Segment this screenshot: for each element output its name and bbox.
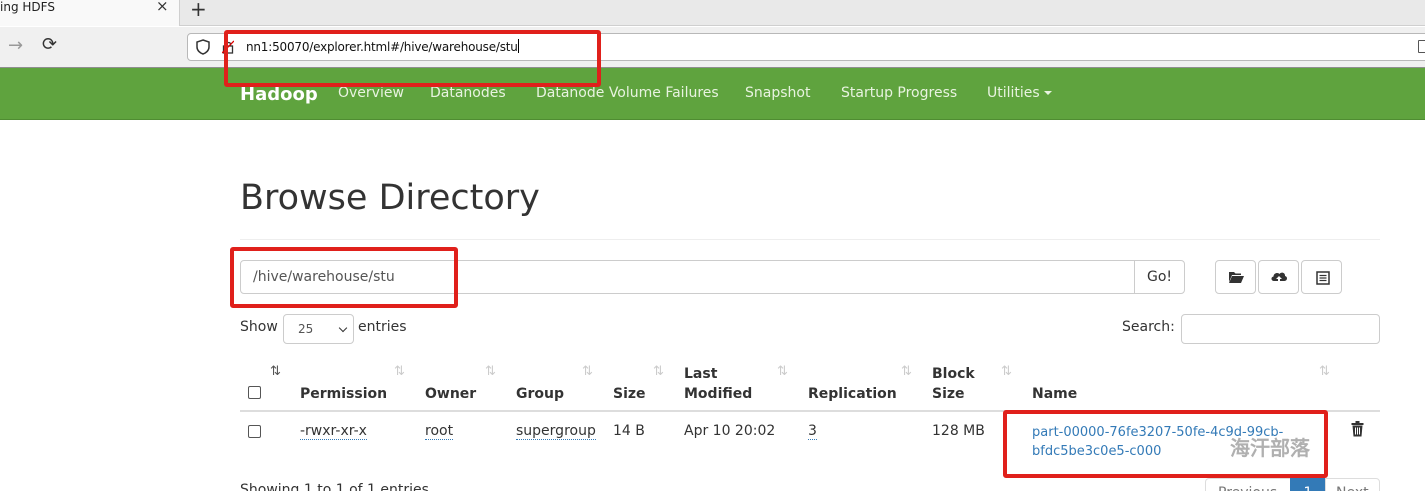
nav-startup-progress[interactable]: Startup Progress bbox=[841, 85, 957, 101]
upload-button[interactable] bbox=[1258, 260, 1299, 294]
annotation-box-directory bbox=[230, 247, 458, 308]
search-label: Search: bbox=[1122, 319, 1175, 335]
cell-group[interactable]: supergroup bbox=[516, 423, 596, 440]
create-directory-button[interactable] bbox=[1215, 260, 1256, 294]
go-button[interactable]: Go! bbox=[1134, 260, 1185, 294]
hadoop-navbar: Hadoop Overview Datanodes Datanode Volum… bbox=[0, 68, 1425, 120]
close-tab-icon[interactable]: × bbox=[156, 0, 169, 14]
sort-icon[interactable]: ⇅ bbox=[485, 364, 496, 379]
sort-icon[interactable]: ⇅ bbox=[1319, 364, 1330, 379]
select-all-checkbox[interactable] bbox=[248, 386, 261, 399]
chevron-down-icon bbox=[338, 323, 348, 333]
nav-overview[interactable]: Overview bbox=[338, 85, 404, 101]
column-header-last-modified[interactable]: Last Modified bbox=[684, 364, 752, 404]
row-select-checkbox[interactable] bbox=[248, 425, 261, 438]
browser-toolbar: → ⟳ nn1:50070/explorer.html#/hive/wareho… bbox=[0, 27, 1425, 68]
list-icon bbox=[1316, 271, 1330, 285]
new-tab-button[interactable]: + bbox=[190, 0, 207, 21]
entries-per-page-select[interactable]: 25 bbox=[283, 314, 354, 344]
column-header-block-size[interactable]: Block Size bbox=[932, 364, 975, 404]
column-header-owner[interactable]: Owner bbox=[425, 384, 476, 404]
show-label: Show bbox=[240, 319, 278, 335]
sort-icon[interactable]: ⇅ bbox=[394, 364, 405, 379]
hadoop-brand[interactable]: Hadoop bbox=[240, 84, 318, 105]
reader-view-icon[interactable] bbox=[1418, 40, 1425, 53]
trash-icon[interactable] bbox=[1351, 421, 1364, 437]
browser-tabstrip: ing HDFS × + bbox=[0, 0, 1425, 26]
column-header-size[interactable]: Size bbox=[613, 384, 646, 404]
column-header-name[interactable]: Name bbox=[1032, 384, 1077, 404]
cell-permission[interactable]: -rwxr-xr-x bbox=[300, 423, 367, 440]
nav-utilities[interactable]: Utilities bbox=[987, 85, 1052, 101]
entries-select-value: 25 bbox=[298, 322, 314, 336]
caret-down-icon bbox=[1043, 91, 1052, 95]
reload-icon[interactable]: ⟳ bbox=[42, 34, 57, 55]
shield-icon[interactable] bbox=[196, 39, 210, 55]
annotation-box-filename bbox=[1003, 410, 1328, 478]
search-input[interactable] bbox=[1181, 314, 1380, 344]
nav-datanodes[interactable]: Datanodes bbox=[430, 85, 506, 101]
forward-icon[interactable]: → bbox=[8, 35, 23, 56]
sort-icon[interactable]: ⇅ bbox=[582, 364, 593, 379]
cell-owner[interactable]: root bbox=[425, 423, 454, 440]
nav-datanode-volume-failures[interactable]: Datanode Volume Failures bbox=[536, 85, 719, 101]
page-title: Browse Directory bbox=[240, 178, 540, 218]
column-header-permission[interactable]: Permission bbox=[300, 384, 387, 404]
browser-tab[interactable]: ing HDFS × bbox=[0, 0, 180, 26]
sort-icon[interactable]: ⇅ bbox=[270, 364, 281, 379]
column-header-group[interactable]: Group bbox=[516, 384, 564, 404]
entries-label: entries bbox=[358, 319, 407, 335]
cloud-upload-icon bbox=[1271, 272, 1288, 283]
cut-paste-button[interactable] bbox=[1301, 260, 1342, 294]
column-header-replication[interactable]: Replication bbox=[808, 384, 897, 404]
cell-block-size: 128 MB bbox=[932, 423, 985, 439]
divider bbox=[240, 239, 1380, 240]
folder-open-icon bbox=[1229, 272, 1244, 283]
cell-size: 14 B bbox=[613, 423, 645, 439]
sort-icon[interactable]: ⇅ bbox=[901, 364, 912, 379]
cell-last-modified: Apr 10 20:02 bbox=[684, 423, 776, 439]
cell-replication[interactable]: 3 bbox=[808, 423, 817, 440]
showing-entries-text: Showing 1 to 1 of 1 entries bbox=[240, 482, 429, 491]
sort-icon[interactable]: ⇅ bbox=[777, 364, 788, 379]
annotation-box-url bbox=[224, 30, 601, 87]
sort-icon[interactable]: ⇅ bbox=[653, 364, 664, 379]
next-page-button[interactable]: Next bbox=[1325, 478, 1380, 491]
sort-icon[interactable]: ⇅ bbox=[1001, 364, 1012, 379]
current-page-button[interactable]: 1 bbox=[1290, 478, 1326, 491]
nav-snapshot[interactable]: Snapshot bbox=[745, 85, 810, 101]
tab-title: ing HDFS bbox=[0, 0, 55, 14]
previous-page-button[interactable]: Previous bbox=[1205, 478, 1291, 491]
